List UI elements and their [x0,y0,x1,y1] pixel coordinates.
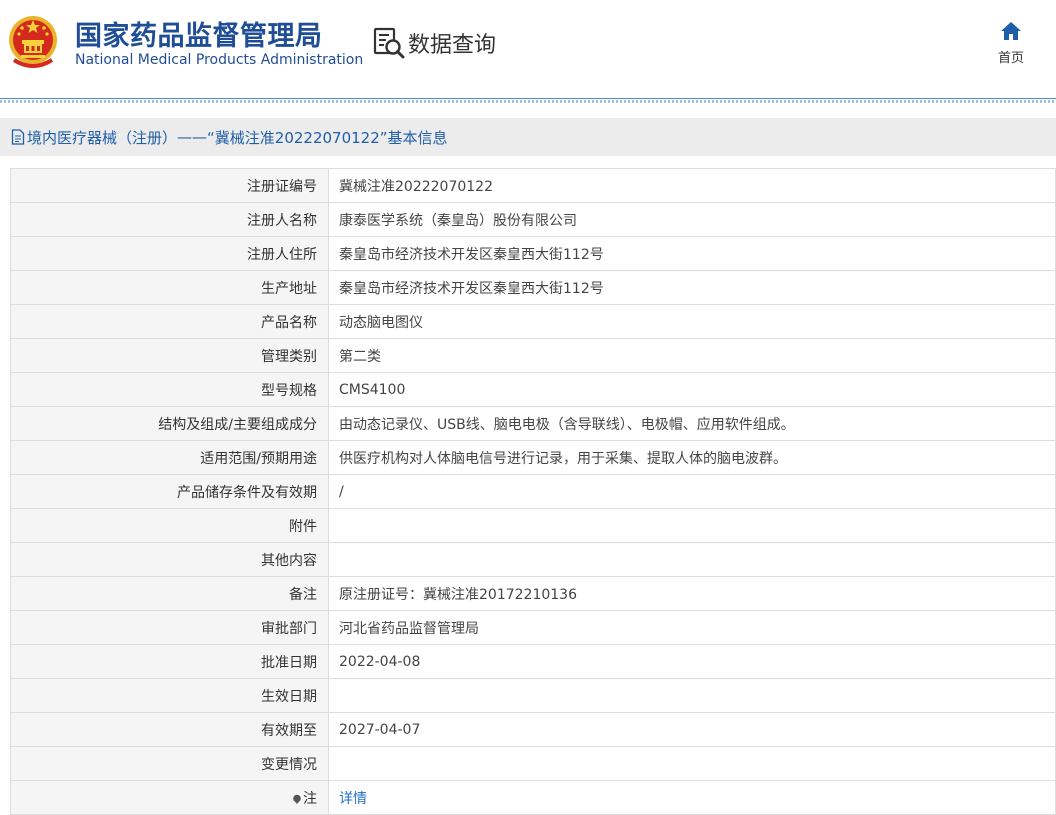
table-row: 注册人名称 康泰医学系统（秦皇岛）股份有限公司 [10,202,1056,237]
org-name-cn: 国家药品监督管理局 [75,21,323,52]
document-icon [11,129,25,145]
table-row: 有效期至 2027-04-07 [10,712,1056,747]
table-row: 批准日期 2022-04-08 [10,644,1056,679]
field-label: 生效日期 [10,678,329,713]
field-label: 注册证编号 [10,168,329,203]
table-row: 型号规格 CMS4100 [10,372,1056,407]
field-value: 秦皇岛市经济技术开发区秦皇西大街112号 [328,236,1056,271]
table-row: 管理类别 第二类 [10,338,1056,373]
table-row: 注册人住所 秦皇岛市经济技术开发区秦皇西大街112号 [10,236,1056,271]
table-row: 生产地址 秦皇岛市经济技术开发区秦皇西大街112号 [10,270,1056,305]
field-value: 原注册证号：冀械注准20172210136 [328,576,1056,611]
table-row: 注 详情 [10,780,1056,815]
field-label: 注册人住所 [10,236,329,271]
field-value: 康泰医学系统（秦皇岛）股份有限公司 [328,202,1056,237]
details-link[interactable]: 详情 [339,791,367,807]
field-label: 注 [303,790,317,807]
field-label: 有效期至 [10,712,329,747]
field-value: 第二类 [328,338,1056,373]
field-label: 其他内容 [10,542,329,577]
field-label: 备注 [10,576,329,611]
home-label: 首页 [997,51,1024,66]
note-label-cell: 注 [10,780,329,815]
field-label: 变更情况 [10,746,329,781]
field-value: 由动态记录仪、USB线、脑电电极（含导联线）、电极帽、应用软件组成。 [328,406,1056,441]
home-link[interactable]: 首页 [990,20,1032,66]
table-row: 产品名称 动态脑电图仪 [10,304,1056,339]
title-record: “冀械注准20222070122”基本信息 [207,128,448,147]
field-value: CMS4100 [328,372,1056,407]
home-icon [1001,22,1021,40]
table-row: 结构及组成/主要组成成分 由动态记录仪、USB线、脑电电极（含导联线）、电极帽、应… [10,406,1056,441]
field-value: 2022-04-08 [328,644,1056,679]
site-header: 国家药品监督管理局 National Medical Products Admi… [0,0,1056,98]
header-dotted-divider [0,100,1056,103]
field-value: 河北省药品监督管理局 [328,610,1056,645]
record-title-bar: 境内医疗器械（注册） —— “冀械注准20222070122”基本信息 [0,118,1056,156]
field-label: 管理类别 [10,338,329,373]
field-label: 产品名称 [10,304,329,339]
field-value [328,678,1056,713]
national-emblem-icon [9,16,57,68]
field-label: 结构及组成/主要组成成分 [10,406,329,441]
data-query-label: 数据查询 [408,33,497,58]
field-label: 附件 [10,508,329,543]
table-row: 产品储存条件及有效期 / [10,474,1056,509]
pin-icon [293,794,301,804]
title-category: 境内医疗器械（注册） [27,128,178,147]
org-name-en: National Medical Products Administration [75,52,364,68]
field-value: 详情 [328,780,1056,815]
registration-info-table: 注册证编号 冀械注准20222070122 注册人名称 康泰医学系统（秦皇岛）股份有… [10,168,1056,815]
field-label: 产品储存条件及有效期 [10,474,329,509]
field-value: 动态脑电图仪 [328,304,1056,339]
field-value: 供医疗机构对人体脑电信号进行记录，用于采集、提取人体的脑电波群。 [328,440,1056,475]
table-row: 注册证编号 冀械注准20222070122 [10,168,1056,203]
field-label: 审批部门 [10,610,329,645]
field-label: 型号规格 [10,372,329,407]
field-label: 注册人名称 [10,202,329,237]
table-row: 变更情况 [10,746,1056,781]
field-value [328,508,1056,543]
table-row: 生效日期 [10,678,1056,713]
table-row: 适用范围/预期用途 供医疗机构对人体脑电信号进行记录，用于采集、提取人体的脑电波群… [10,440,1056,475]
field-value: / [328,474,1056,509]
table-row: 附件 [10,508,1056,543]
field-value: 秦皇岛市经济技术开发区秦皇西大街112号 [328,270,1056,305]
header-divider [0,98,1056,99]
table-row: 其他内容 [10,542,1056,577]
data-query-link[interactable]: 数据查询 [372,26,496,60]
table-row: 备注 原注册证号：冀械注准20172210136 [10,576,1056,611]
field-value [328,542,1056,577]
field-label: 适用范围/预期用途 [10,440,329,475]
field-label: 生产地址 [10,270,329,305]
field-value: 冀械注准20222070122 [328,168,1056,203]
field-value [328,746,1056,781]
field-label: 批准日期 [10,644,329,679]
title-separator: —— [177,128,208,146]
search-document-icon [373,27,405,59]
field-value: 2027-04-07 [328,712,1056,747]
table-row: 审批部门 河北省药品监督管理局 [10,610,1056,645]
